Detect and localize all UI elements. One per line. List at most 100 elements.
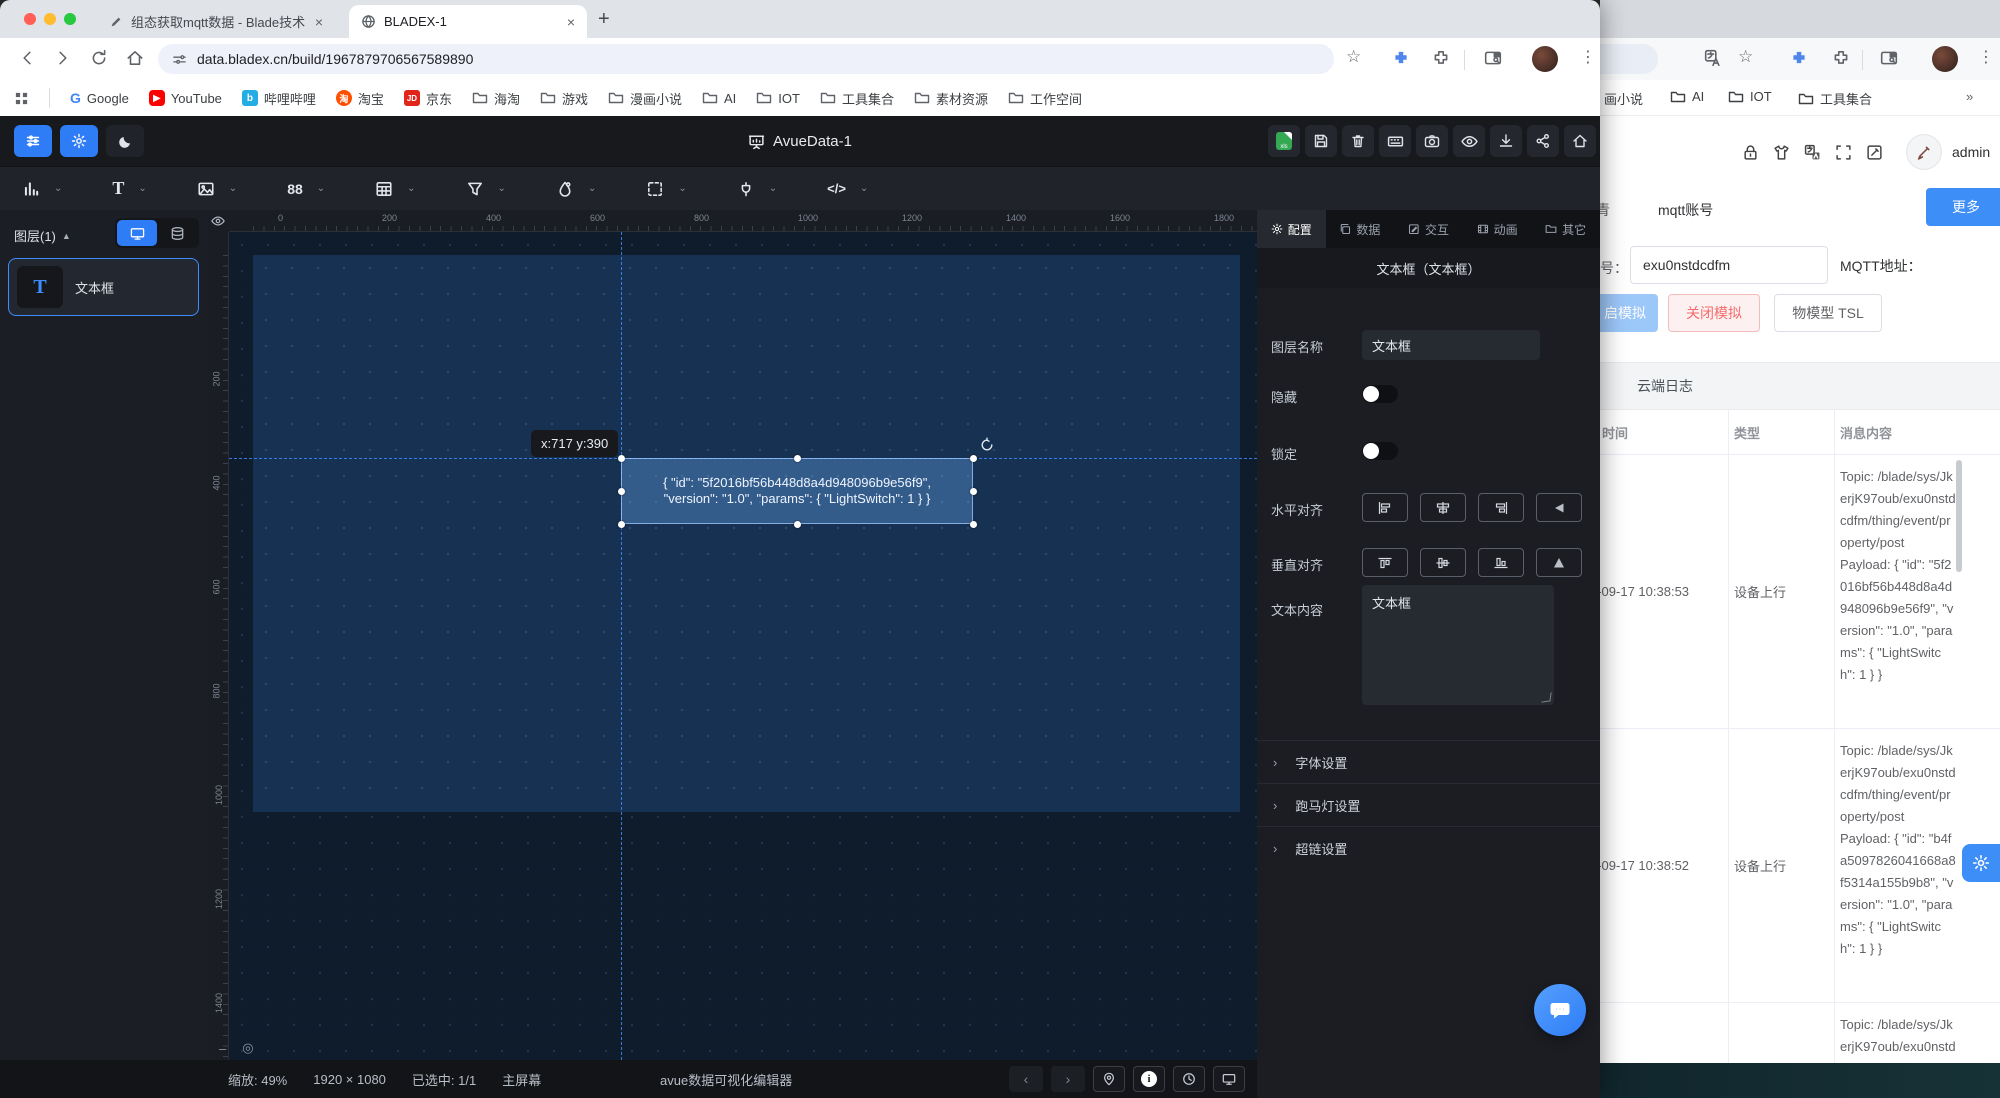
rotate-handle[interactable] [979,437,995,453]
layer-name-input[interactable]: 文本框 [1362,330,1540,360]
bookmark-youtube[interactable]: ▶ YouTube [148,90,222,106]
hide-toggle[interactable] [1362,385,1398,403]
screen-area[interactable] [253,255,1240,812]
resize-handle[interactable] [970,521,977,528]
debug-note-icon[interactable] [1866,144,1883,161]
bookmark-item[interactable]: 工具集合 [1798,89,1872,108]
funnel-tool[interactable]: ⌄ [466,180,506,198]
download-button[interactable] [1490,125,1522,157]
layer-item-textbox[interactable]: T 文本框 [8,258,199,316]
align-center-h-button[interactable] [1420,493,1466,522]
resize-handle[interactable] [794,455,801,462]
reload-icon[interactable] [90,49,108,67]
resize-handle[interactable] [618,455,625,462]
tab-animation[interactable]: 动画 [1463,210,1532,248]
extensions-icon[interactable] [1432,49,1450,67]
resize-handle[interactable] [794,521,801,528]
align-bottom-button[interactable] [1478,548,1524,577]
close-tab-icon[interactable]: × [567,14,575,30]
extensions-icon[interactable] [1832,49,1850,67]
shape-tool[interactable]: ⌄ [556,180,596,198]
export-xls-button[interactable]: xls [1268,125,1300,157]
home-icon[interactable] [126,49,144,67]
bookmark-item[interactable]: AI [1670,89,1704,104]
undo-button[interactable]: ‹ [1009,1066,1043,1092]
bookmark-google[interactable]: G Google [70,90,129,106]
browser-menu-icon[interactable]: ⋮ [1978,47,1994,67]
section-marquee-settings[interactable]: › 跑马灯设置 [1257,783,1600,826]
bookmark-folder[interactable]: IOT [756,91,800,106]
redo-button[interactable]: › [1051,1066,1085,1092]
image-tool[interactable]: ⌄ [197,180,237,198]
zoom-out-icon[interactable]: – [219,1041,226,1056]
bookmark-item[interactable]: 画小说 [1604,89,1643,108]
locate-button[interactable] [1093,1066,1125,1092]
cloud-log-tab[interactable]: 云端日志 [1637,376,1693,396]
screen-button[interactable] [1213,1066,1245,1092]
resize-handle[interactable] [970,455,977,462]
apps-grid-icon[interactable] [14,91,29,106]
zoom-window-button[interactable] [64,13,76,25]
align-middle-button[interactable] [1420,548,1466,577]
bookmarks-overflow-icon[interactable]: » [1966,89,1973,104]
stop-simulation-button[interactable]: 关闭模拟 [1668,294,1760,332]
keyboard-shortcuts-button[interactable] [1379,125,1411,157]
pinned-extension-icon[interactable] [1790,49,1808,67]
lock-icon[interactable] [1742,144,1759,161]
align-left-button[interactable] [1362,493,1408,522]
bookmark-jd[interactable]: JD 京东 [403,89,452,108]
preview-button[interactable] [1453,125,1485,157]
bookmark-star-icon[interactable]: ☆ [1346,47,1361,67]
pinned-extension-icon[interactable] [1392,49,1410,67]
start-simulation-button[interactable]: 启模拟 [1600,294,1658,332]
align-right-button[interactable] [1478,493,1524,522]
screenshot-button[interactable] [1416,125,1448,157]
fullscreen-icon[interactable] [1835,144,1852,161]
section-hyperlink-settings[interactable]: › 超链设置 [1257,826,1600,869]
flip-horizontal-button[interactable] [1536,493,1582,522]
site-settings-icon[interactable] [172,52,187,67]
more-button[interactable]: 更多 [1926,188,2000,226]
bookmark-folder[interactable]: 工作空间 [1008,89,1082,108]
flip-vertical-button[interactable] [1536,548,1582,577]
locate-icon[interactable]: ◎ [242,1040,253,1056]
screen-view-button[interactable] [117,220,157,246]
delete-button[interactable] [1342,125,1374,157]
bookmark-taobao[interactable]: 淘淘宝 [335,89,384,108]
bookmark-folder[interactable]: 工具集合 [820,89,894,108]
bookmark-folder[interactable]: 海淘 [472,89,520,108]
tsl-model-button[interactable]: 物模型 TSL [1774,294,1882,332]
url-bar[interactable]: data.bladex.cn/build/1967879706567589890 [158,44,1334,74]
code-tool[interactable]: </> ⌄ [827,181,868,196]
back-icon[interactable] [18,49,36,67]
resize-handle[interactable] [618,488,625,495]
text-content-textarea[interactable]: 文本框 [1362,585,1554,705]
tab-data[interactable]: 数据 [1326,210,1395,248]
bookmark-folder[interactable]: 游戏 [540,89,588,108]
layers-header[interactable]: 图层(1) ▲ [14,226,71,245]
log-scrollbar[interactable] [1956,460,1962,572]
forward-icon[interactable] [54,49,72,67]
close-window-button[interactable] [24,13,36,25]
tab-blade-doc[interactable]: 组态获取mqtt数据 - Blade技术 × [97,5,335,38]
selected-text-element[interactable]: { "id": "5f2016bf56b448d8a4d948096b9e56f… [621,458,973,524]
table-tool[interactable]: ⌄ [375,180,416,198]
language-icon[interactable] [1804,144,1821,161]
profile-avatar[interactable] [1932,46,1958,72]
close-tab-icon[interactable]: × [315,14,323,30]
resize-handle[interactable] [970,488,977,495]
counter-tool[interactable]: 88 ⌄ [287,181,325,197]
tab-interaction[interactable]: 交互 [1394,210,1463,248]
profile-avatar[interactable] [1532,46,1558,72]
text-tool[interactable]: T ⌄ [112,178,146,199]
bookmark-folder[interactable]: 漫画小说 [608,89,682,108]
translate-icon[interactable] [1704,49,1722,67]
history-button[interactable] [1173,1066,1205,1092]
minimize-window-button[interactable] [44,13,56,25]
search-tabs-icon[interactable] [1484,49,1502,67]
customer-service-chat-button[interactable] [1534,984,1586,1036]
background-url-bar[interactable] [1600,44,1658,74]
ruler-visibility-icon[interactable] [207,210,229,232]
section-font-settings[interactable]: › 字体设置 [1257,740,1600,783]
bookmark-folder[interactable]: 素材资源 [914,89,988,108]
